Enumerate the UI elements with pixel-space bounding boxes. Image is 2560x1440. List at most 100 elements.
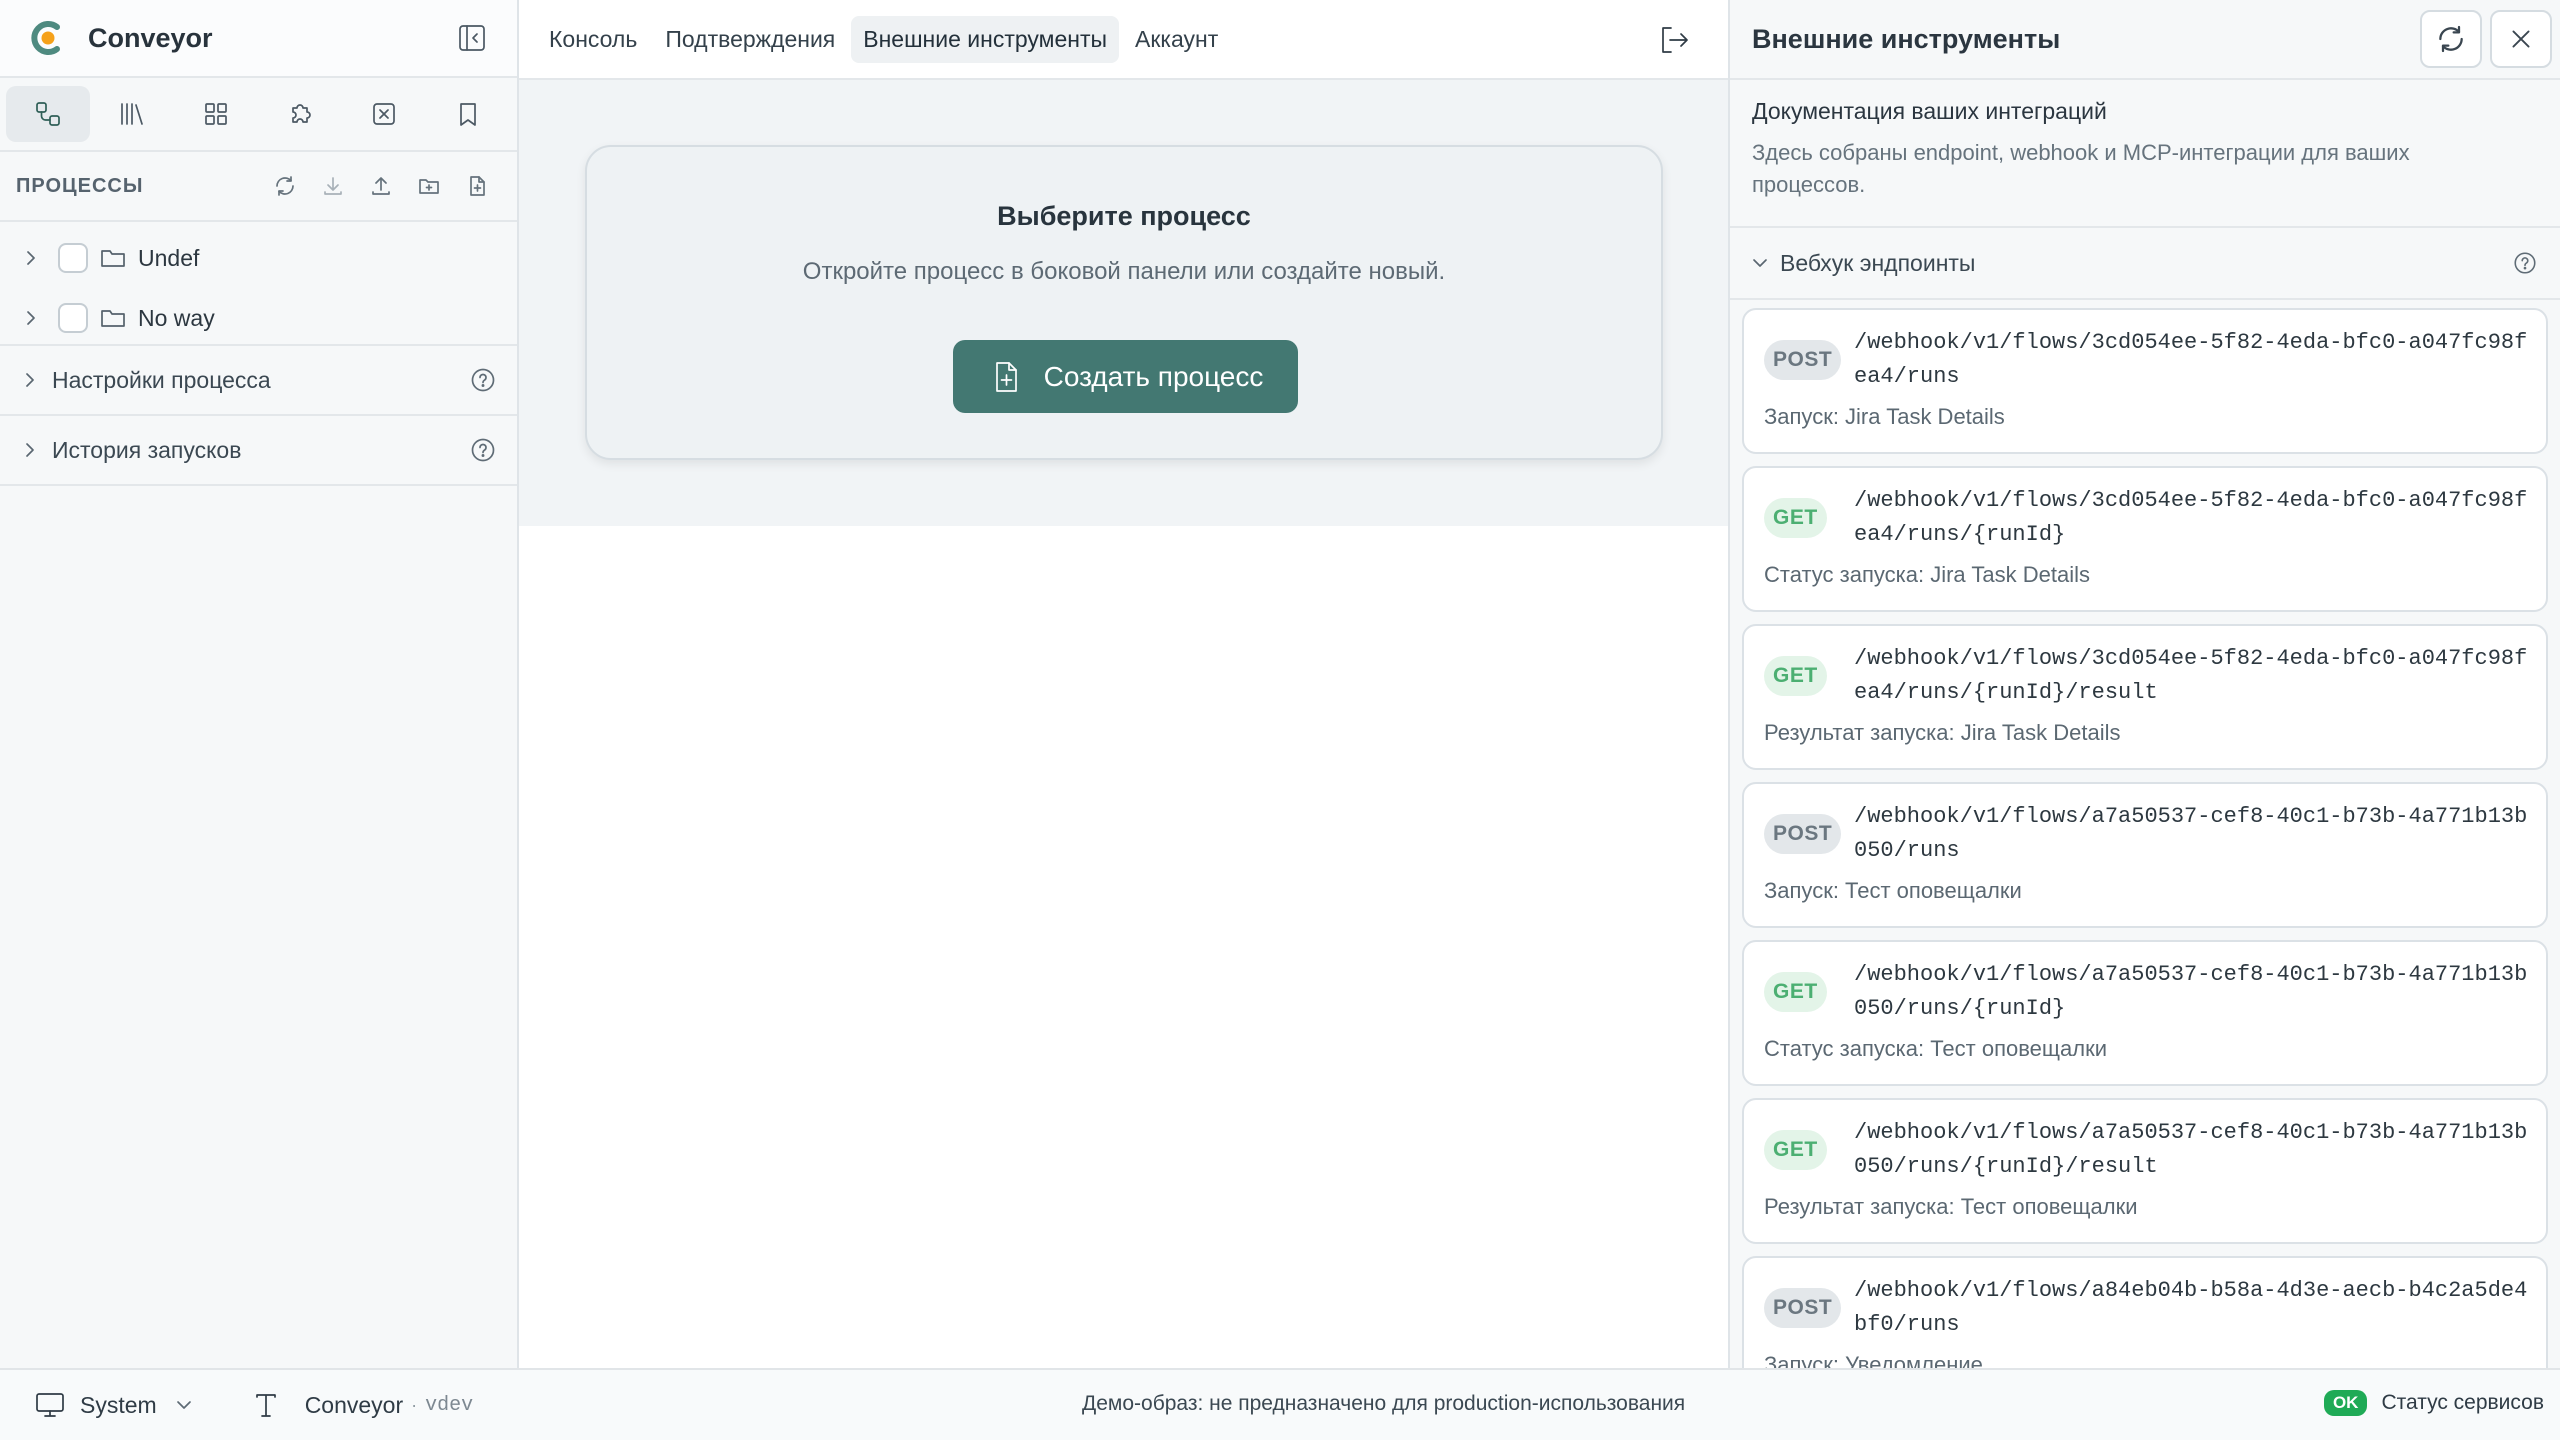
top-navigation: Консоль Подтверждения Внешние инструмент…: [519, 0, 1728, 80]
method-badge: POST: [1764, 1288, 1842, 1328]
collapse-sidebar-icon[interactable]: [455, 21, 489, 55]
accordion-title: Вебхук эндпоинты: [1780, 249, 1976, 276]
plugins-nav-button[interactable]: [258, 86, 342, 142]
processes-header: ПРОЦЕССЫ: [0, 152, 517, 222]
endpoint-card[interactable]: GET /webhook/v1/flows/3cd054ee-5f82-4eda…: [1742, 624, 2548, 770]
conveyor-logo-icon: [31, 21, 60, 55]
endpoint-path: /webhook/v1/flows/3cd054ee-5f82-4eda-bfc…: [1854, 488, 2528, 547]
sidebar: Conveyor ПРОЦЕССЫ Undef No way Настройки…: [0, 0, 519, 1368]
components-nav-button[interactable]: [174, 86, 258, 142]
endpoint-description: Статус запуска: Jira Task Details: [1764, 562, 2090, 587]
tab-account[interactable]: Аккаунт: [1123, 16, 1230, 63]
process-settings-section[interactable]: Настройки процесса: [0, 346, 517, 416]
puzzle-icon: [292, 104, 311, 123]
endpoint-path: /webhook/v1/flows/a7a50537-cef8-40c1-b73…: [1854, 962, 2528, 1021]
demo-notice: Демо-образ: не предназначено для product…: [1082, 1392, 1686, 1415]
endpoint-card[interactable]: POST /webhook/v1/flows/a7a50537-cef8-40c…: [1742, 782, 2548, 928]
file-plus-icon: [470, 176, 485, 196]
run-history-section[interactable]: История запусков: [0, 416, 517, 486]
close-panel-button[interactable]: [2490, 10, 2552, 68]
folder-label: Undef: [138, 244, 200, 271]
chevron-right-icon: [26, 443, 34, 457]
x-square-icon: [373, 103, 395, 125]
processes-nav-button[interactable]: [6, 86, 90, 142]
workflow-icon: [36, 102, 60, 126]
folder-icon: [101, 310, 125, 327]
close-icon: [2512, 30, 2530, 48]
status-bar: System Conveyor · vdev Демо-образ: не пр…: [0, 1368, 2560, 1440]
method-badge: POST: [1764, 340, 1842, 380]
empty-state-subtitle: Откройте процесс в боковой панели или со…: [802, 258, 1446, 285]
external-tools-panel: Внешние инструменты Документация ваших и…: [1728, 0, 2560, 1368]
docs-title: Документация ваших интеграций: [1752, 98, 2107, 124]
create-process-button[interactable]: Создать процесс: [953, 340, 1298, 413]
endpoint-card[interactable]: POST /webhook/v1/flows/3cd054ee-5f82-4ed…: [1742, 308, 2548, 454]
app-name: Conveyor: [88, 22, 213, 53]
tab-console[interactable]: Консоль: [537, 16, 649, 63]
tree-folder-no-way[interactable]: No way: [0, 288, 517, 348]
folder-checkbox[interactable]: [58, 303, 88, 333]
sidebar-nav: [0, 78, 517, 152]
download-icon: [324, 177, 342, 195]
endpoint-description: Результат запуска: Jira Task Details: [1764, 720, 2121, 745]
font-size-icon[interactable]: [251, 1390, 281, 1420]
refresh-icon: [276, 176, 294, 196]
chevron-down-icon: [1753, 259, 1767, 267]
footer-app-name: Conveyor: [304, 1391, 404, 1418]
new-folder-button[interactable]: [405, 166, 453, 206]
endpoint-card[interactable]: GET /webhook/v1/flows/a7a50537-cef8-40c1…: [1742, 1098, 2548, 1244]
endpoint-path: /webhook/v1/flows/a7a50537-cef8-40c1-b73…: [1854, 804, 2528, 863]
panel-title: Внешние инструменты: [1752, 23, 2061, 54]
empty-state-card: Выберите процесс Откройте процесс в боко…: [585, 145, 1663, 460]
help-icon[interactable]: [2512, 250, 2538, 276]
status-badge: OK: [2323, 1390, 2368, 1416]
logout-icon[interactable]: [1656, 22, 1692, 58]
tab-approvals[interactable]: Подтверждения: [653, 16, 847, 63]
refresh-processes-button[interactable]: [261, 166, 309, 206]
endpoint-list: POST /webhook/v1/flows/3cd054ee-5f82-4ed…: [1730, 300, 2560, 1368]
method-badge: GET: [1764, 972, 1827, 1012]
download-button[interactable]: [309, 166, 357, 206]
theme-selector[interactable]: System: [34, 1389, 195, 1421]
docs-intro: Документация ваших интеграций Здесь собр…: [1730, 80, 2560, 228]
endpoint-description: Результат запуска: Тест оповещалки: [1764, 1194, 2138, 1219]
tab-external-tools[interactable]: Внешние инструменты: [851, 15, 1120, 63]
new-process-button[interactable]: [453, 166, 501, 206]
webhook-endpoints-accordion[interactable]: Вебхук эндпоинты: [1730, 228, 2560, 300]
bookmarks-nav-button[interactable]: [426, 86, 510, 142]
section-label: История запусков: [52, 436, 242, 463]
endpoint-path: /webhook/v1/flows/a84eb04b-b58a-4d3e-aec…: [1854, 1278, 2528, 1337]
file-plus-icon: [995, 361, 1017, 392]
monitor-icon: [36, 1393, 64, 1417]
bookmark-icon: [460, 103, 476, 126]
service-status[interactable]: OK Статус сервисов: [2323, 1390, 2544, 1416]
endpoint-description: Запуск: Уведомление: [1764, 1352, 1983, 1368]
chevron-right-icon: [27, 311, 35, 325]
endpoint-card[interactable]: GET /webhook/v1/flows/a7a50537-cef8-40c1…: [1742, 940, 2548, 1086]
upload-button[interactable]: [357, 166, 405, 206]
tree-folder-undef[interactable]: Undef: [0, 228, 517, 288]
refresh-icon: [2439, 25, 2463, 53]
refresh-panel-button[interactable]: [2420, 10, 2482, 68]
footer-separator: ·: [411, 1394, 418, 1415]
endpoint-card[interactable]: POST /webhook/v1/flows/a84eb04b-b58a-4d3…: [1742, 1256, 2548, 1368]
panel-header: Внешние инструменты: [1730, 0, 2560, 80]
library-nav-button[interactable]: [90, 86, 174, 142]
process-tree: Undef No way: [0, 222, 517, 346]
endpoint-description: Запуск: Тест оповещалки: [1764, 878, 2022, 903]
tools-nav-button[interactable]: [342, 86, 426, 142]
endpoint-path: /webhook/v1/flows/3cd054ee-5f82-4eda-bfc…: [1854, 646, 2528, 705]
folder-checkbox[interactable]: [58, 243, 88, 273]
docs-description: Здесь собраны endpoint, webhook и MCP-ин…: [1752, 140, 2410, 197]
help-icon[interactable]: [469, 366, 497, 394]
status-label: Статус сервисов: [2381, 1391, 2544, 1414]
method-badge: GET: [1764, 498, 1827, 538]
endpoint-path: /webhook/v1/flows/a7a50537-cef8-40c1-b73…: [1854, 1120, 2528, 1179]
method-badge: GET: [1764, 1130, 1827, 1170]
main-empty-area: [519, 526, 1728, 1368]
endpoint-card[interactable]: GET /webhook/v1/flows/3cd054ee-5f82-4eda…: [1742, 466, 2548, 612]
help-icon[interactable]: [469, 436, 497, 464]
endpoint-description: Статус запуска: Тест оповещалки: [1764, 1036, 2107, 1061]
library-icon: [121, 103, 143, 125]
folder-plus-icon: [419, 179, 439, 194]
